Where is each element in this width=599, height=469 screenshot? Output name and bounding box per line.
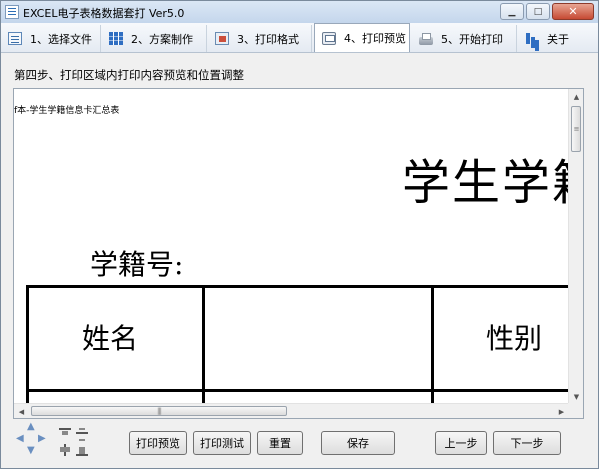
table-line [26,285,29,404]
tab-label: 5、开始打印 [441,32,503,46]
table-line [26,389,569,392]
save-button[interactable]: 保存 [321,431,395,455]
app-window: EXCEL电子表格数据套打 Ver5.0 ▁ □ ✕ 1、选择文件 2、方案制作… [0,0,599,469]
reset-button[interactable]: 重置 [257,431,303,455]
align-bottom-icon[interactable] [76,444,88,456]
horizontal-scroll-thumb[interactable]: ||| [31,406,287,416]
grip-icon: ≡ [573,125,580,133]
window-controls: ▁ □ ✕ [498,3,594,20]
tab-scheme[interactable]: 2、方案制作 [102,25,207,52]
nudge-left-icon[interactable]: ◀ [16,434,24,444]
grid-icon [109,32,123,45]
table-cell-gender: 性别 [486,322,543,355]
student-number-label: 学籍号: [90,248,184,281]
tab-print-preview[interactable]: 4、打印预览 [314,23,410,52]
tab-label: 3、打印格式 [237,32,299,46]
next-step-button[interactable]: 下一步 [493,431,561,455]
print-preview-icon [322,31,336,45]
grip-icon: ||| [156,407,162,415]
table-cell-name: 姓名 [82,322,139,355]
align-middle-icon[interactable] [76,427,88,441]
vertical-scrollbar[interactable]: ▲ ≡ ▼ [568,89,583,404]
print-preview-panel[interactable]: f本-学生学籍信息卡汇总表 学生学籍 学籍号: 姓名 性别 ▲ ≡ ▼ ◀ ||… [13,88,584,419]
scrollbar-corner [568,403,583,418]
scroll-right-icon[interactable]: ▶ [554,404,569,418]
horizontal-scrollbar[interactable]: ◀ ||| ▶ [14,403,569,418]
preview-page: f本-学生学籍信息卡汇总表 学生学籍 学籍号: 姓名 性别 [14,89,569,404]
app-icon [5,5,19,19]
print-test-button[interactable]: 打印测试 [193,431,251,455]
nudge-up-icon[interactable]: ▲ [27,422,35,432]
chart-icon [525,32,539,45]
tab-label: 2、方案制作 [131,32,193,46]
close-button[interactable]: ✕ [552,3,594,20]
nudge-right-icon[interactable]: ▶ [38,434,46,444]
step-heading: 第四步、打印区域内打印内容预览和位置调整 [14,68,244,82]
tab-about[interactable]: 关于 [518,25,584,52]
table-line [431,285,434,404]
nudge-down-icon[interactable]: ▼ [27,446,35,456]
printer-icon [419,32,433,45]
tab-label: 1、选择文件 [30,32,92,46]
form-title: 学生学籍 [402,155,569,211]
align-top-icon[interactable] [59,427,71,439]
title-bar: EXCEL电子表格数据套打 Ver5.0 ▁ □ ✕ [1,1,598,23]
table-line [202,285,205,404]
table-line [26,285,569,288]
scroll-left-icon[interactable]: ◀ [14,404,29,418]
scroll-down-icon[interactable]: ▼ [569,389,583,404]
previous-step-button[interactable]: 上一步 [435,431,487,455]
print-preview-button[interactable]: 打印预览 [129,431,187,455]
vertical-scroll-thumb[interactable]: ≡ [571,106,581,152]
position-nudge-pad: ▲ ◀ ▶ ▼ [13,421,53,461]
step-tabs: 1、选择文件 2、方案制作 3、打印格式 4、打印预览 5、开始打印 关于 [1,23,598,53]
tab-select-file[interactable]: 1、选择文件 [1,25,101,52]
form-table: 姓名 性别 [26,285,569,404]
format-icon [215,32,229,45]
tab-start-print[interactable]: 5、开始打印 [412,25,517,52]
align-center-icon[interactable] [59,444,71,456]
document-name: f本-学生学籍信息卡汇总表 [14,106,120,116]
list-icon [8,32,22,45]
tab-print-format[interactable]: 3、打印格式 [208,25,312,52]
maximize-button[interactable]: □ [526,3,550,20]
minimize-button[interactable]: ▁ [500,3,524,20]
window-title: EXCEL电子表格数据套打 Ver5.0 [23,7,185,20]
alignment-tools [57,425,93,459]
scroll-up-icon[interactable]: ▲ [569,89,583,104]
tab-label: 关于 [547,32,569,46]
tab-label: 4、打印预览 [344,32,406,45]
